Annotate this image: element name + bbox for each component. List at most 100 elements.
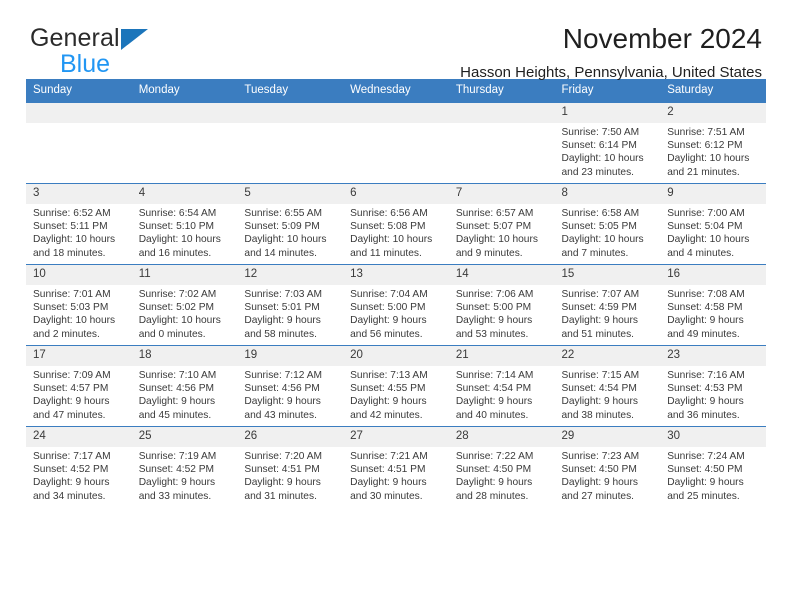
day-number: 17 (26, 346, 132, 366)
sunset-time: Sunset: 5:00 PM (455, 302, 532, 314)
daylight-duration-line2: and 11 minutes. (350, 247, 422, 259)
calendar-day-cell[interactable]: 8 Sunrise: 6:58 AM Sunset: 5:05 PM Daylight… (554, 183, 661, 265)
page-title: November 2024 (562, 23, 762, 54)
sunrise-time: Sunrise: 7:06 AM (455, 289, 534, 300)
daylight-duration-line2: and 14 minutes. (244, 247, 317, 259)
calendar-day-cell[interactable]: 18 Sunrise: 7:10 AM Sunset: 4:56 PM Dayligh… (131, 345, 238, 427)
calendar-day-cell[interactable]: 29 Sunrise: 7:23 AM Sunset: 4:50 PM Dayligh… (554, 426, 661, 507)
day-number: 28 (448, 427, 555, 447)
calendar-day-cell[interactable]: 26 Sunrise: 7:20 AM Sunset: 4:51 PM Dayligh… (237, 426, 344, 507)
daylight-duration-line2: and 25 minutes. (667, 490, 740, 502)
daylight-duration-line2: and 42 minutes. (350, 409, 423, 421)
calendar-day-cell[interactable]: 19 Sunrise: 7:12 AM Sunset: 4:56 PM Dayligh… (237, 345, 344, 427)
day-sun-info: Sunrise: 7:13 AM Sunset: 4:55 PM Daylight:… (343, 366, 449, 422)
daylight-duration-line2: and 49 minutes. (667, 328, 740, 340)
calendar-day-cell[interactable]: 5 Sunrise: 6:55 AM Sunset: 5:09 PM Daylight… (237, 183, 344, 265)
sunrise-time: Sunrise: 7:12 AM (244, 370, 322, 381)
sunrise-time: Sunrise: 7:22 AM (455, 451, 534, 462)
sunset-time: Sunset: 4:56 PM (244, 383, 320, 395)
daylight-duration-line1: Daylight: 9 hours (455, 315, 533, 327)
day-sun-info: Sunrise: 7:21 AM Sunset: 4:51 PM Daylight:… (343, 447, 449, 503)
calendar-day-cell[interactable]: 6 Sunrise: 6:56 AM Sunset: 5:08 PM Daylight… (343, 183, 449, 265)
day-number: 26 (237, 427, 344, 447)
daylight-duration-line1: Daylight: 10 hours (244, 234, 327, 246)
calendar-day-cell[interactable]: 4 Sunrise: 6:54 AM Sunset: 5:10 PM Daylight… (131, 183, 238, 265)
day-sun-info: Sunrise: 7:12 AM Sunset: 4:56 PM Daylight:… (237, 366, 343, 422)
calendar-day-cell-empty (448, 102, 555, 184)
day-number: 4 (131, 184, 238, 204)
calendar-week-row: 24 Sunrise: 7:17 AM Sunset: 4:52 PM Dayligh… (26, 426, 766, 507)
calendar-day-cell[interactable]: 2 Sunrise: 7:51 AM Sunset: 6:12 PM Daylight… (660, 102, 766, 184)
calendar-day-cell[interactable]: 11 Sunrise: 7:02 AM Sunset: 5:02 PM Dayligh… (131, 264, 238, 346)
calendar-day-cell[interactable]: 27 Sunrise: 7:21 AM Sunset: 4:51 PM Dayligh… (343, 426, 449, 507)
sunrise-time: Sunrise: 6:54 AM (138, 208, 217, 219)
sunset-time: Sunset: 4:50 PM (667, 464, 743, 476)
calendar-day-cell[interactable]: 14 Sunrise: 7:06 AM Sunset: 5:00 PM Dayligh… (448, 264, 555, 346)
brand-logo[interactable]: General Blue (30, 26, 148, 77)
calendar-day-cell[interactable]: 12 Sunrise: 7:03 AM Sunset: 5:01 PM Dayligh… (237, 264, 344, 346)
calendar-day-cell[interactable]: 25 Sunrise: 7:19 AM Sunset: 4:52 PM Dayligh… (131, 426, 238, 507)
daylight-duration-line2: and 31 minutes. (244, 490, 317, 502)
day-number: 14 (448, 265, 555, 285)
sunrise-time: Sunrise: 7:10 AM (138, 370, 217, 381)
day-number (448, 103, 555, 123)
calendar-day-cell[interactable]: 22 Sunrise: 7:15 AM Sunset: 4:54 PM Dayligh… (554, 345, 661, 427)
calendar-day-cell[interactable]: 3 Sunrise: 6:52 AM Sunset: 5:11 PM Daylight… (26, 183, 132, 265)
daylight-duration-line2: and 33 minutes. (138, 490, 212, 502)
calendar-day-cell[interactable]: 28 Sunrise: 7:22 AM Sunset: 4:50 PM Dayligh… (448, 426, 555, 507)
day-sun-info: Sunrise: 7:06 AM Sunset: 5:00 PM Daylight:… (449, 285, 555, 341)
sunrise-time: Sunrise: 7:17 AM (33, 451, 111, 462)
sunset-time: Sunset: 4:57 PM (33, 383, 109, 395)
calendar-day-cell[interactable]: 1 Sunrise: 7:50 AM Sunset: 6:14 PM Daylight… (554, 102, 661, 184)
calendar-day-cell[interactable]: 17 Sunrise: 7:09 AM Sunset: 4:57 PM Dayligh… (26, 345, 132, 427)
sunset-time: Sunset: 4:51 PM (244, 464, 320, 476)
sunrise-sunset-calendar-table: Sunday Monday Tuesday Wednesday Thursday… (26, 79, 766, 507)
calendar-day-cell-empty (131, 102, 238, 184)
day-sun-info: Sunrise: 7:02 AM Sunset: 5:02 PM Daylight:… (132, 285, 238, 341)
daylight-duration-line2: and 16 minutes. (138, 247, 212, 259)
day-number (26, 103, 132, 123)
weekday-header-monday: Monday (131, 79, 238, 103)
day-sun-info: Sunrise: 6:56 AM Sunset: 5:08 PM Daylight:… (343, 204, 449, 260)
sunset-time: Sunset: 5:00 PM (350, 302, 426, 314)
calendar-week-row: 10 Sunrise: 7:01 AM Sunset: 5:03 PM Dayligh… (26, 264, 766, 346)
calendar-day-cell[interactable]: 13 Sunrise: 7:04 AM Sunset: 5:00 PM Dayligh… (343, 264, 449, 346)
calendar-day-cell[interactable]: 7 Sunrise: 6:57 AM Sunset: 5:07 PM Daylight… (448, 183, 555, 265)
sunset-time: Sunset: 5:04 PM (667, 221, 743, 233)
day-number: 21 (448, 346, 555, 366)
sunrise-time: Sunrise: 7:00 AM (667, 208, 745, 219)
calendar-day-cell[interactable]: 20 Sunrise: 7:13 AM Sunset: 4:55 PM Dayligh… (343, 345, 449, 427)
daylight-duration-line1: Daylight: 10 hours (667, 234, 750, 246)
day-sun-info: Sunrise: 7:51 AM Sunset: 6:12 PM Daylight:… (660, 123, 766, 179)
day-number: 20 (343, 346, 449, 366)
calendar-day-cell[interactable]: 10 Sunrise: 7:01 AM Sunset: 5:03 PM Dayligh… (26, 264, 132, 346)
sunrise-time: Sunrise: 7:19 AM (138, 451, 217, 462)
calendar-day-cell[interactable]: 24 Sunrise: 7:17 AM Sunset: 4:52 PM Dayligh… (26, 426, 132, 507)
sunrise-time: Sunrise: 6:57 AM (455, 208, 534, 219)
daylight-duration-line2: and 56 minutes. (350, 328, 423, 340)
sunrise-time: Sunrise: 7:21 AM (350, 451, 428, 462)
day-sun-info: Sunrise: 7:04 AM Sunset: 5:00 PM Daylight:… (343, 285, 449, 341)
calendar-day-cell[interactable]: 23 Sunrise: 7:16 AM Sunset: 4:53 PM Dayligh… (660, 345, 766, 427)
sunrise-time: Sunrise: 6:56 AM (350, 208, 428, 219)
calendar-day-cell[interactable]: 15 Sunrise: 7:07 AM Sunset: 4:59 PM Dayligh… (554, 264, 661, 346)
daylight-duration-line2: and 23 minutes. (561, 166, 635, 178)
calendar-day-cell[interactable]: 30 Sunrise: 7:24 AM Sunset: 4:50 PM Dayligh… (660, 426, 766, 507)
daylight-duration-line1: Daylight: 10 hours (33, 234, 116, 246)
sunrise-time: Sunrise: 7:13 AM (350, 370, 428, 381)
sunset-time: Sunset: 5:02 PM (138, 302, 215, 314)
calendar-day-cell[interactable]: 21 Sunrise: 7:14 AM Sunset: 4:54 PM Dayligh… (448, 345, 555, 427)
sunrise-time: Sunrise: 7:14 AM (455, 370, 534, 381)
daylight-duration-line1: Daylight: 9 hours (667, 477, 744, 489)
sunset-time: Sunset: 4:56 PM (138, 383, 215, 395)
day-sun-info: Sunrise: 7:08 AM Sunset: 4:58 PM Daylight:… (660, 285, 766, 341)
sunrise-time: Sunrise: 7:15 AM (561, 370, 640, 381)
day-sun-info: Sunrise: 7:01 AM Sunset: 5:03 PM Daylight:… (26, 285, 132, 341)
calendar-day-cell[interactable]: 16 Sunrise: 7:08 AM Sunset: 4:58 PM Dayligh… (660, 264, 766, 346)
day-sun-info: Sunrise: 7:14 AM Sunset: 4:54 PM Daylight:… (449, 366, 555, 422)
sunrise-time: Sunrise: 6:58 AM (561, 208, 640, 219)
day-number: 15 (554, 265, 661, 285)
calendar-day-cell[interactable]: 9 Sunrise: 7:00 AM Sunset: 5:04 PM Daylight… (660, 183, 766, 265)
daylight-duration-line2: and 21 minutes. (667, 166, 740, 178)
day-sun-info: Sunrise: 7:22 AM Sunset: 4:50 PM Daylight:… (449, 447, 555, 503)
